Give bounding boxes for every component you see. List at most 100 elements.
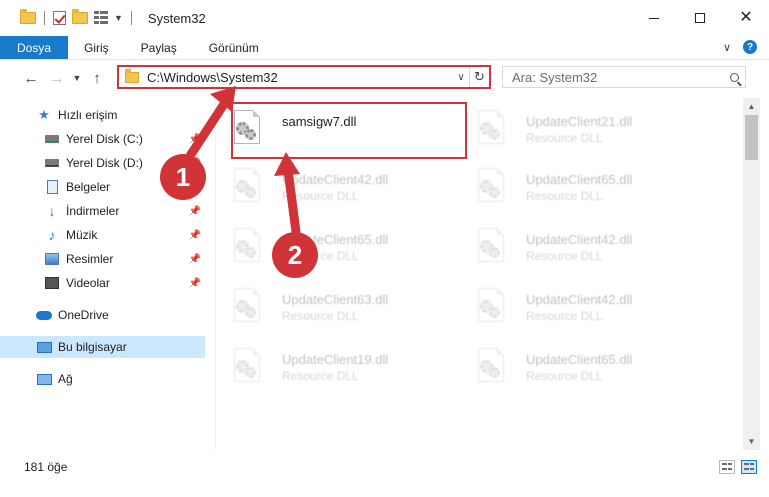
file-item[interactable]: UpdateClient42.dll Resource DLL [460,220,700,272]
title-bar: ▼ System32 ✕ [0,0,769,36]
maximize-icon [695,13,705,23]
file-type: Resource DLL [526,131,603,145]
file-name: UpdateClient42.dll [282,172,389,187]
status-bar: 181 öğe [0,455,769,479]
expand-ribbon-icon[interactable]: ∨ [721,41,733,54]
tab-view[interactable]: Görünüm [193,36,275,59]
vertical-scrollbar[interactable]: ▲ ▼ [743,98,760,450]
search-box[interactable]: Ara: System32 [502,66,746,88]
folder-icon[interactable] [20,9,36,24]
dll-file-icon [474,348,508,388]
recent-locations-chevron-icon[interactable]: ▼ [70,65,84,91]
tab-share[interactable]: Paylaş [125,36,193,59]
minimize-icon [649,17,659,19]
nav-item-pictures[interactable]: Resimler 📌 [0,248,205,270]
file-name: UpdateClient65.dll [526,172,633,187]
tab-home[interactable]: Giriş [68,36,125,59]
file-type: Resource DLL [282,309,359,323]
nav-item-drive-c[interactable]: Yerel Disk (C:) 📌 [0,128,205,150]
pin-icon[interactable]: 📌 [189,278,201,289]
pin-icon[interactable]: 📌 [189,230,201,241]
file-item[interactable]: UpdateClient65.dll Resource DLL [216,220,456,272]
file-type: Resource DLL [526,369,603,383]
pictures-icon [44,252,60,266]
file-item[interactable]: UpdateClient42.dll Resource DLL [216,160,456,212]
refresh-icon[interactable]: ↻ [469,67,489,87]
details-view-icon[interactable] [719,460,735,474]
dll-file-icon [474,228,508,268]
file-item[interactable]: UpdateClient65.dll Resource DLL [460,340,700,392]
address-path[interactable]: C:\Windows\System32 [147,70,453,85]
pin-icon[interactable]: 📌 [189,254,201,265]
music-icon: ♪ [48,227,56,243]
dll-file-icon [474,288,508,328]
pin-icon[interactable]: 📌 [189,134,201,145]
new-folder-icon[interactable] [72,9,88,24]
nav-item-label: OneDrive [58,308,109,322]
file-item[interactable]: UpdateClient65.dll Resource DLL [460,160,700,212]
dll-file-icon [230,288,264,328]
back-arrow-icon[interactable]: ← [18,65,44,91]
nav-item-label: Resimler [66,252,114,266]
nav-item-label: İndirmeler [66,204,120,218]
maximize-button[interactable] [677,0,723,36]
file-item[interactable]: UpdateClient21.dll Resource DLL [460,102,700,154]
nav-item-label: Yerel Disk (C:) [66,132,143,146]
nav-item-label: Müzik [66,228,98,242]
ribbon-tabs: Dosya Giriş Paylaş Görünüm ∨ ? [0,36,769,60]
tiles-view-icon[interactable] [741,460,757,474]
search-input[interactable]: Ara: System32 [503,70,723,85]
scroll-down-icon[interactable]: ▼ [743,433,760,450]
search-icon[interactable] [723,72,745,82]
nav-item-label: Hızlı erişim [58,108,118,122]
file-type: Resource DLL [526,249,603,263]
nav-item-videos[interactable]: Videolar 📌 [0,272,205,294]
minimize-button[interactable] [631,0,677,36]
file-item[interactable]: UpdateClient63.dll Resource DLL [216,280,456,332]
onedrive-icon [36,308,52,322]
file-name: UpdateClient63.dll [282,292,389,307]
nav-item-this-pc[interactable]: Bu bilgisayar [0,336,205,358]
toolbar-separator [44,11,45,25]
file-name: UpdateClient42.dll [526,292,633,307]
dll-file-icon [230,348,264,388]
close-icon: ✕ [739,9,753,26]
file-item[interactable]: UpdateClient42.dll Resource DLL [460,280,700,332]
scrollbar-thumb[interactable] [745,115,758,160]
nav-item-label: Videolar [66,276,110,290]
view-toggle [719,460,757,474]
star-icon: ★ [38,107,50,122]
nav-item-network[interactable]: Ağ [0,368,205,390]
toolbar-separator [130,11,132,25]
file-name: UpdateClient21.dll [526,114,633,129]
address-bar[interactable]: C:\Windows\System32 ∨ ↻ [117,65,491,89]
nav-item-quick-access[interactable]: ★ Hızlı erişim [0,104,205,126]
nav-item-downloads[interactable]: ↓ İndirmeler 📌 [0,200,205,222]
tab-file[interactable]: Dosya [0,36,68,59]
nav-item-onedrive[interactable]: OneDrive [0,304,205,326]
scroll-up-icon[interactable]: ▲ [743,98,760,115]
navigation-pane: ★ Hızlı erişim Yerel Disk (C:) 📌 Yerel D… [0,98,215,450]
chevron-down-icon[interactable]: ▼ [114,13,123,23]
properties-icon[interactable] [94,11,108,25]
quick-access-toolbar: ▼ System32 [0,0,206,36]
chevron-down-icon[interactable]: ∨ [453,72,469,83]
nav-item-music[interactable]: ♪ Müzik 📌 [0,224,205,246]
drive-c-icon [44,132,60,146]
up-arrow-icon[interactable]: ↑ [84,65,110,91]
pin-icon[interactable]: 📌 [189,206,201,217]
file-item[interactable]: UpdateClient19.dll Resource DLL [216,340,456,392]
nav-item-label: Belgeler [66,180,111,194]
help-icon[interactable]: ? [743,40,757,54]
checkbox-properties-icon[interactable] [53,11,66,25]
file-name: UpdateClient65.dll [526,352,633,367]
forward-arrow-icon[interactable]: → [44,65,70,91]
file-type: Resource DLL [526,309,603,323]
window-title: System32 [147,10,206,26]
file-type: Resource DLL [526,189,603,203]
close-button[interactable]: ✕ [723,0,769,36]
window-controls: ✕ [631,0,769,36]
file-type: Resource DLL [282,189,359,203]
step-1-badge: 1 [160,154,206,200]
dll-file-icon [474,110,508,150]
